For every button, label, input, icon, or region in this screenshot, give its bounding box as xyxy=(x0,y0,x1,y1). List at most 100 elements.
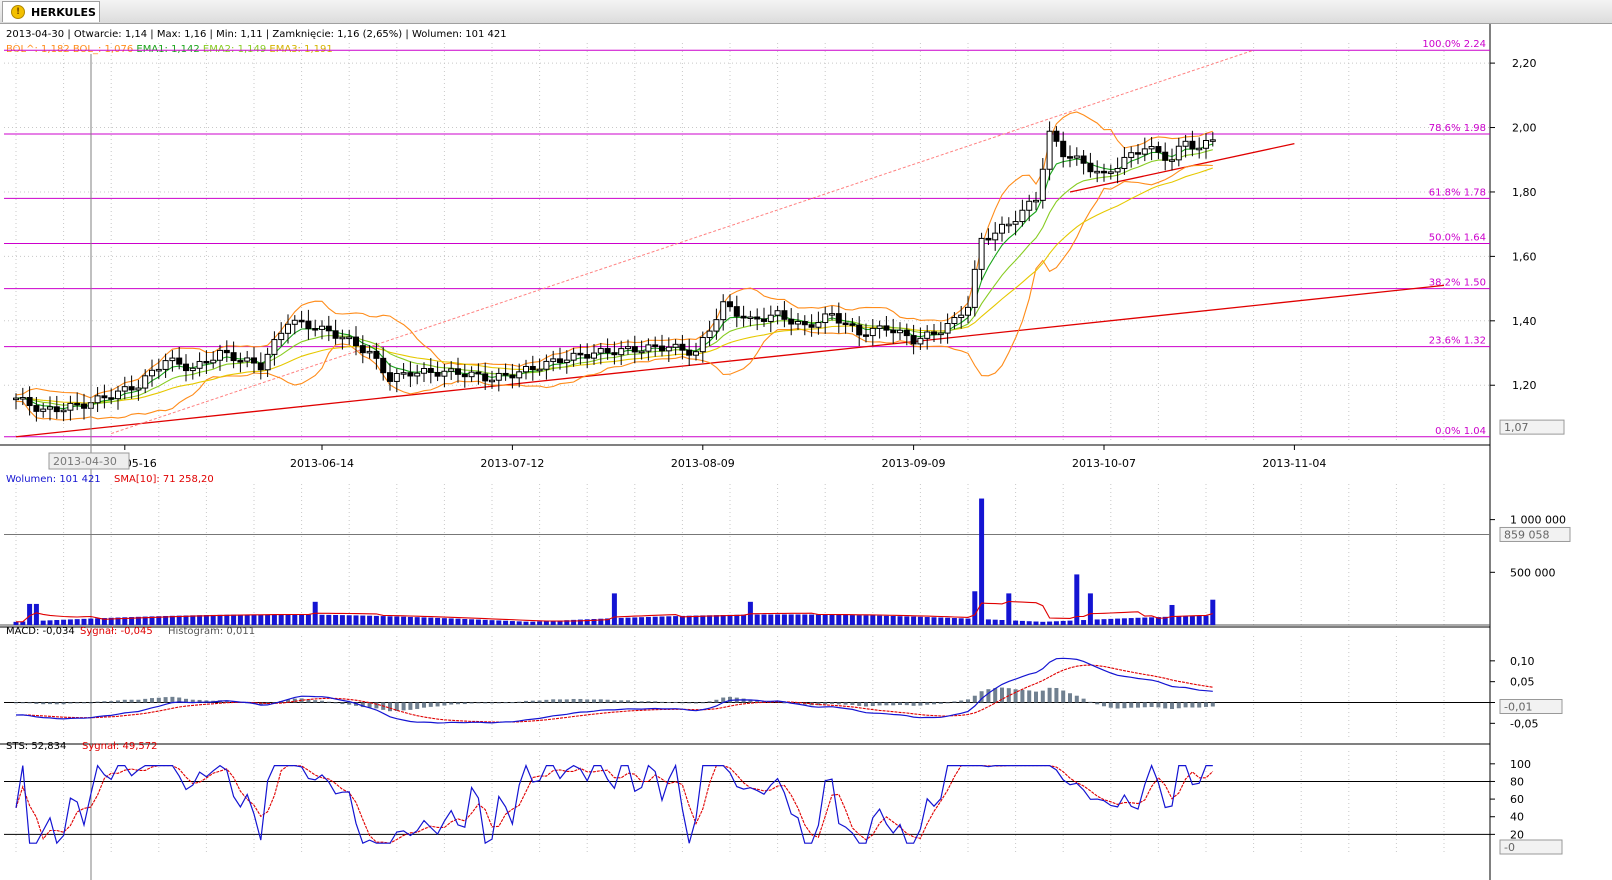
macd-histogram-bar xyxy=(966,699,970,703)
candle-body xyxy=(489,379,495,383)
candle-body xyxy=(455,368,461,375)
macd-histogram-bar xyxy=(1204,702,1208,707)
volume-bar xyxy=(40,620,46,625)
macd-histogram-bar xyxy=(904,702,909,706)
candle-body xyxy=(577,352,584,356)
candle-body xyxy=(849,323,856,326)
macd-hist-legend: Histogram: 0,011 xyxy=(168,626,255,637)
candle-body xyxy=(842,322,849,326)
candle-body xyxy=(903,329,910,337)
candle-body xyxy=(978,237,985,270)
volume-bar xyxy=(734,614,740,625)
candle-body xyxy=(1087,162,1094,173)
macd-histogram-bar xyxy=(911,702,916,706)
volume-bar xyxy=(197,615,203,625)
candle-body xyxy=(1162,151,1169,161)
candle-body xyxy=(720,301,727,321)
chart-area[interactable]: 2,20 2,00 1,80 1,60 1,40 1,20 100.0% 2.24 78.6%… xyxy=(0,24,1612,880)
candle-body xyxy=(523,365,529,373)
macd-histogram-bar xyxy=(530,700,535,703)
macd-histogram-bar xyxy=(945,702,950,704)
macd-histogram-bar xyxy=(653,701,658,703)
macd-histogram-bar xyxy=(585,699,590,703)
macd-histogram-bar xyxy=(700,702,705,704)
candle-body xyxy=(353,336,359,347)
candle-body xyxy=(958,314,965,319)
volume-bar xyxy=(639,617,645,625)
macd-histogram-bar xyxy=(898,702,902,705)
candle-body xyxy=(529,365,536,371)
candle-body xyxy=(808,324,815,328)
volume-bar xyxy=(1203,615,1209,625)
volume-bar xyxy=(543,621,549,625)
volume-bar xyxy=(1060,620,1066,625)
volume-bar xyxy=(1183,616,1189,625)
fib-level-label: 50.0% 1.64 xyxy=(1429,233,1486,244)
macd-histogram-bar xyxy=(592,699,596,703)
volume-bar xyxy=(441,618,447,625)
candle-body xyxy=(686,349,693,356)
candle-body xyxy=(19,397,26,400)
macd-histogram-bar xyxy=(823,702,828,705)
volume-bar xyxy=(951,618,957,625)
macd-tick-label: 0,05 xyxy=(1510,676,1535,689)
candle-body xyxy=(346,336,353,340)
volume-bar xyxy=(183,615,189,625)
volume-bar xyxy=(1210,599,1216,625)
macd-histogram-bar xyxy=(836,702,841,705)
macd-histogram-bar xyxy=(143,698,148,703)
candle-body xyxy=(570,352,577,361)
candle-body xyxy=(1175,145,1182,161)
candle-body xyxy=(149,369,155,377)
candle-body xyxy=(604,348,611,354)
volume-bar xyxy=(469,619,475,625)
volume-bar xyxy=(972,591,978,625)
volume-bar xyxy=(210,614,216,625)
candle-body xyxy=(659,345,665,352)
candle-body xyxy=(448,368,455,372)
macd-histogram-bar xyxy=(483,702,488,704)
macd-histogram-bar xyxy=(605,699,610,703)
macd-histogram-bar xyxy=(136,699,141,703)
candle-body xyxy=(815,322,822,328)
candle-body xyxy=(142,375,149,389)
macd-histogram-bar xyxy=(578,698,583,703)
sts-tick-label: 60 xyxy=(1510,793,1524,806)
candle-body xyxy=(332,330,339,339)
candle-body xyxy=(829,313,835,316)
candle-body xyxy=(264,353,271,371)
macd-histogram-bar xyxy=(122,699,127,703)
volume-bar xyxy=(1047,621,1053,625)
volume-bar xyxy=(1006,593,1012,625)
volume-bar xyxy=(924,617,930,625)
volume-bar xyxy=(829,614,835,625)
volume-bar xyxy=(523,621,529,625)
macd-histogram-bar xyxy=(537,700,542,703)
macd-histogram-bar xyxy=(401,702,406,711)
macd-histogram-bar xyxy=(741,698,746,703)
macd-histogram-bar xyxy=(694,702,698,704)
date-tick-label: 2013-07-12 xyxy=(480,457,544,470)
fib-level-label: 61.8% 1.78 xyxy=(1429,187,1486,198)
macd-histogram-bar xyxy=(1081,698,1086,703)
candle-body xyxy=(414,372,421,377)
candle-body xyxy=(183,363,189,372)
volume-bar xyxy=(333,614,339,625)
candle-body xyxy=(1005,223,1012,227)
candle-body xyxy=(421,368,427,374)
date-tick-label: 2013-09-09 xyxy=(882,457,946,470)
current-price-label: 1,07 xyxy=(1504,421,1529,434)
price-tick-label: 1,60 xyxy=(1512,250,1537,263)
candle-body xyxy=(883,325,890,331)
fib-level-label: 0.0% 1.04 xyxy=(1435,426,1486,437)
tab-herkules[interactable]: ! HERKULES xyxy=(2,1,100,22)
candle-body xyxy=(924,331,931,339)
volume-bar xyxy=(761,614,767,625)
sts-signal-legend: Sygnał: 49,572 xyxy=(82,741,157,752)
candle-body xyxy=(597,348,604,354)
candle-body xyxy=(230,352,237,362)
candle-body xyxy=(339,336,346,340)
candle-body xyxy=(869,327,876,337)
macd-tick-label: -0,05 xyxy=(1510,717,1538,730)
macd-histogram-bar xyxy=(632,700,637,703)
